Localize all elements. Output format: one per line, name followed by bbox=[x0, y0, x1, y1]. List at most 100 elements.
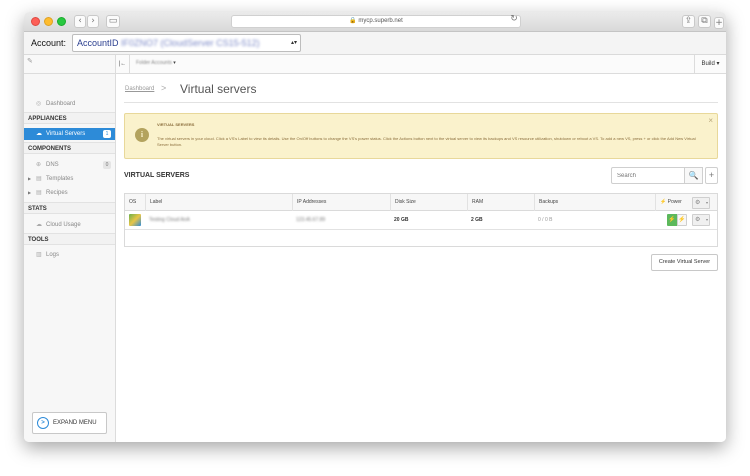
share-icon[interactable]: ⇪ bbox=[682, 15, 695, 28]
disk-size-cell: 20 GB bbox=[394, 217, 409, 223]
new-tab-button[interactable]: + bbox=[714, 17, 724, 29]
alert-text: The virtual servers in your cloud. Click… bbox=[157, 136, 696, 147]
sidebar-item-recipes[interactable]: ▶ ▤ Recipes bbox=[24, 187, 115, 199]
expand-menu-label: EXPAND MENU bbox=[53, 420, 97, 426]
gear-icon: ⚙ bbox=[695, 217, 701, 223]
virtual-servers-table: OS Label IP Addresses Disk Size RAM Back… bbox=[124, 193, 718, 247]
sidebar-item-templates[interactable]: ▶ ▤ Templates bbox=[24, 173, 115, 185]
server-label-link[interactable]: Testing Cloud AnA bbox=[145, 211, 190, 230]
ram-cell: 2 GB bbox=[471, 217, 483, 223]
add-server-button[interactable]: + bbox=[705, 167, 718, 184]
breadcrumb-separator-icon: > bbox=[161, 83, 167, 93]
sidebar-item-label: Cloud Usage bbox=[46, 222, 81, 228]
main-content: Dashboard > Virtual servers i VIRTUAL SE… bbox=[116, 74, 726, 442]
sidebar-section-components: COMPONENTS bbox=[24, 142, 115, 154]
divider bbox=[124, 102, 718, 103]
chevron-down-icon: ▾ bbox=[716, 61, 720, 67]
ip-address: 123.45.67.89 bbox=[296, 217, 326, 223]
sidebar-item-virtual-servers[interactable]: ☁ Virtual Servers 1 bbox=[24, 128, 115, 140]
sidebar-item-dns[interactable]: ⊕ DNS 0 bbox=[24, 159, 115, 171]
caret-right-icon: ▶ bbox=[28, 176, 32, 181]
browser-window: ‹ › ▭ 🔒 mycp.superb.net ↻ ⇪ ⧉ + Account:… bbox=[24, 12, 726, 442]
column-header-power: ⚡ Power bbox=[655, 194, 689, 211]
page-title: Virtual servers bbox=[180, 82, 257, 96]
column-header-disk[interactable]: Disk Size bbox=[390, 194, 467, 211]
column-header-backups[interactable]: Backups bbox=[534, 194, 655, 211]
folder-accounts-dropdown[interactable]: Folder Accounts ▾ bbox=[136, 60, 176, 66]
sidebar-section-appliances: APPLIANCES bbox=[24, 112, 115, 124]
sidebar-item-cloud-usage[interactable]: ☁ Cloud Usage bbox=[24, 219, 115, 231]
power-off-button[interactable]: ⚡ bbox=[677, 214, 687, 226]
power-on-button[interactable]: ⚡ bbox=[667, 214, 677, 226]
chevron-right-circle-icon: > bbox=[37, 417, 49, 429]
caret-right-icon: ▶ bbox=[28, 190, 32, 195]
close-icon[interactable]: × bbox=[708, 116, 713, 125]
templates-icon: ▤ bbox=[36, 176, 42, 182]
select-arrows-icon: ▴▾ bbox=[290, 40, 297, 46]
chevron-down-icon: ▾ bbox=[705, 217, 708, 222]
expand-menu-button[interactable]: > EXPAND MENU bbox=[32, 412, 107, 434]
info-icon: i bbox=[135, 128, 149, 142]
info-alert: i VIRTUAL SERVERS The virtual servers in… bbox=[124, 113, 718, 159]
back-button[interactable]: ‹ bbox=[74, 15, 86, 28]
sidebar-section-stats: STATS bbox=[24, 202, 115, 214]
forward-button[interactable]: › bbox=[87, 15, 99, 28]
folder-accounts-label: Folder Accounts bbox=[136, 60, 172, 66]
lock-icon: 🔒 bbox=[349, 18, 357, 24]
sidebar-item-logs[interactable]: ▥ Logs bbox=[24, 249, 115, 261]
account-prefix: AccountID bbox=[77, 38, 119, 48]
sidebar-item-label: DNS bbox=[46, 162, 59, 168]
cloud-icon: ☁ bbox=[36, 222, 42, 228]
account-bar: Account: AccountID IF0ZNO7 (CloudServer … bbox=[24, 32, 726, 55]
section-title: VIRTUAL SERVERS bbox=[124, 172, 190, 179]
collapse-sidebar-icon[interactable]: |← bbox=[116, 55, 130, 73]
table-settings-button[interactable]: ⚙ ▾ bbox=[692, 197, 710, 209]
chevron-down-icon: ▾ bbox=[705, 200, 708, 205]
ip-address-cell: 123.45.67.89 bbox=[292, 211, 325, 230]
logs-icon: ▥ bbox=[36, 252, 42, 258]
sidebar-item-label: Recipes bbox=[46, 190, 68, 196]
chevron-down-icon: ▾ bbox=[173, 60, 176, 66]
close-window-button[interactable] bbox=[31, 17, 40, 26]
column-header-power-label: Power bbox=[667, 199, 682, 205]
sub-toolbar: |← Folder Accounts ▾ Build ▾ bbox=[116, 55, 726, 74]
account-label: Account: bbox=[31, 38, 67, 48]
minimize-window-button[interactable] bbox=[44, 17, 53, 26]
column-header-label[interactable]: Label bbox=[145, 194, 292, 211]
sidebar-toggle-icon[interactable]: ▭ bbox=[106, 15, 120, 28]
reload-icon[interactable]: ↻ bbox=[508, 14, 520, 27]
sidebar-item-label: Dashboard bbox=[46, 101, 76, 107]
browser-titlebar: ‹ › ▭ 🔒 mycp.superb.net ↻ ⇪ ⧉ + bbox=[24, 12, 726, 32]
zoom-window-button[interactable] bbox=[57, 17, 66, 26]
sidebar-item-label: Virtual Servers bbox=[46, 131, 86, 137]
sidebar-item-dashboard[interactable]: ◎ Dashboard bbox=[24, 98, 115, 110]
column-header-ram[interactable]: RAM bbox=[467, 194, 534, 211]
pencil-icon[interactable]: ✎ bbox=[27, 57, 33, 65]
sidebar-top-strip: ✎ bbox=[24, 55, 116, 74]
column-header-os: OS bbox=[129, 199, 137, 205]
search-icon[interactable]: 🔍 bbox=[685, 167, 703, 184]
account-value: IF0ZNO7 (CloudServer CS15-512) bbox=[121, 38, 260, 48]
create-virtual-server-button[interactable]: Create Virtual Server bbox=[651, 254, 718, 271]
url-bar[interactable]: 🔒 mycp.superb.net bbox=[231, 15, 521, 28]
cloud-icon: ☁ bbox=[36, 131, 42, 137]
gear-icon: ⚙ bbox=[695, 200, 701, 206]
count-badge: 0 bbox=[103, 161, 111, 169]
build-dropdown[interactable]: Build ▾ bbox=[694, 55, 726, 73]
globe-icon: ⊕ bbox=[36, 162, 42, 168]
column-header-ip[interactable]: IP Addresses bbox=[292, 194, 390, 211]
sidebar-section-tools: TOOLS bbox=[24, 233, 115, 245]
dashboard-icon: ◎ bbox=[36, 101, 42, 107]
build-label: Build bbox=[701, 61, 715, 67]
actions-button[interactable]: ⚙ ▾ bbox=[692, 214, 710, 226]
sidebar-item-label: Templates bbox=[46, 176, 74, 182]
server-label: Testing Cloud AnA bbox=[149, 217, 190, 223]
url-text: mycp.superb.net bbox=[358, 18, 403, 24]
table-header: OS Label IP Addresses Disk Size RAM Back… bbox=[125, 194, 717, 211]
search-input[interactable] bbox=[611, 167, 685, 184]
backups-cell: 0 / 0 B bbox=[538, 217, 553, 223]
account-select[interactable]: AccountID IF0ZNO7 (CloudServer CS15-512)… bbox=[72, 34, 301, 52]
table-row: Testing Cloud AnA 123.45.67.89 20 GB 2 G… bbox=[125, 211, 717, 230]
breadcrumb-dashboard-link[interactable]: Dashboard bbox=[125, 86, 154, 92]
tabs-icon[interactable]: ⧉ bbox=[698, 15, 711, 28]
